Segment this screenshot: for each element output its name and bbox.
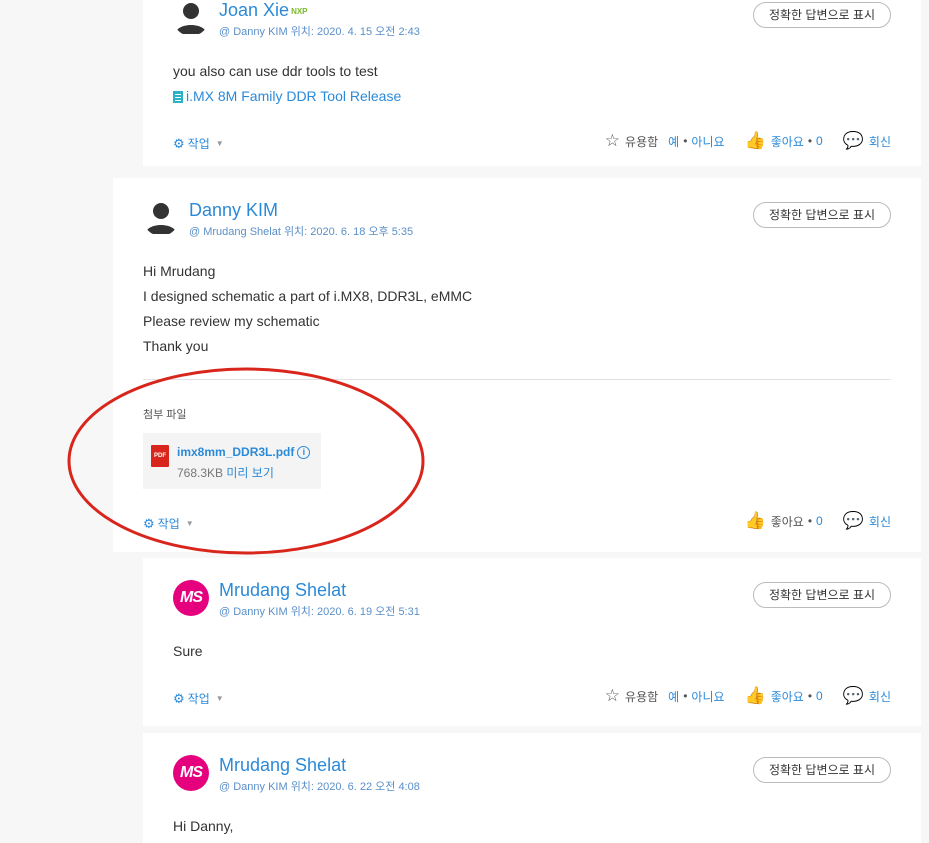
chevron-down-icon: ▼ [215, 139, 224, 148]
mark-correct-answer-button[interactable]: 정확한 답변으로 표시 [752, 202, 891, 228]
user-silhouette-icon[interactable] [173, 0, 209, 36]
author-name[interactable]: Mrudang Shelat [219, 580, 346, 600]
body-line: Thank you [143, 338, 209, 354]
reply-button[interactable]: 회신 [869, 513, 891, 530]
like-button[interactable]: 좋아요 [771, 133, 804, 150]
body-line: Hi Mrudang [143, 263, 216, 279]
attachment-file-name[interactable]: imx8mm_DDR3L.pdf i [177, 445, 311, 459]
author-name[interactable]: Joan Xie [219, 0, 289, 20]
separator-dot: • [807, 689, 813, 703]
mark-correct-answer-button[interactable]: 정확한 답변으로 표시 [752, 582, 891, 608]
star-icon[interactable]: ☆ [605, 131, 620, 151]
divider [143, 379, 891, 380]
post-header: Joan Xie NXP @ Danny KIM 위치: 2020. 4. 15 … [173, 0, 420, 39]
ddr-tool-link[interactable]: i.MX 8M Family DDR Tool Release [173, 84, 401, 109]
post-header: MS Mrudang Shelat @ Danny KIM 위치: 2020. … [173, 580, 420, 619]
post-meta[interactable]: @ Mrudang Shelat 위치: 2020. 6. 18 오후 5:35 [189, 223, 413, 239]
chevron-down-icon: ▼ [185, 519, 194, 528]
action-label[interactable]: 작업 [188, 135, 210, 152]
speech-bubble-icon[interactable]: 💬 [843, 511, 864, 531]
post-meta[interactable]: @ Danny KIM 위치: 2020. 6. 19 오전 5:31 [219, 603, 420, 619]
author-name[interactable]: Danny KIM [189, 200, 278, 220]
thumbs-up-icon[interactable]: 👍 [745, 686, 766, 706]
action-label[interactable]: 작업 [188, 690, 210, 707]
reply-button[interactable]: 회신 [869, 133, 891, 150]
like-count[interactable]: 0 [816, 689, 823, 703]
preview-link[interactable]: 미리 보기 [226, 466, 274, 480]
body-line: I designed schematic a part of i.MX8, DD… [143, 288, 473, 304]
speech-bubble-icon[interactable]: 💬 [843, 686, 864, 706]
post-meta[interactable]: @ Danny KIM 위치: 2020. 4. 15 오전 2:43 [219, 23, 420, 39]
helpful-no[interactable]: 아니요 [691, 688, 724, 705]
reply-card-danny-kim: Danny KIM @ Mrudang Shelat 위치: 2020. 6. … [113, 178, 921, 552]
thumbs-up-icon[interactable]: 👍 [745, 131, 766, 151]
user-silhouette-icon[interactable] [143, 200, 179, 236]
helpful-yes[interactable]: 예 [668, 688, 679, 705]
post-body: Sure [173, 639, 203, 664]
author-name[interactable]: Mrudang Shelat [219, 755, 346, 775]
attachments-title: 첨부 파일 [143, 409, 187, 421]
avatar[interactable]: MS [173, 755, 209, 791]
like-count[interactable]: 0 [816, 134, 823, 148]
chevron-down-icon: ▼ [215, 694, 224, 703]
attachment-card[interactable]: PDF imx8mm_DDR3L.pdf i 768.3KB 미리 보기 [143, 433, 321, 489]
helpful-label: 유용함 [625, 134, 659, 149]
body-line: Please review my schematic [143, 313, 320, 329]
gear-icon: ⚙ [173, 690, 185, 706]
like-count[interactable]: 0 [816, 514, 823, 528]
reply-card-mrudang-shelat-1: MS Mrudang Shelat @ Danny KIM 위치: 2020. … [143, 558, 921, 726]
avatar[interactable]: MS [173, 580, 209, 616]
action-menu[interactable]: ⚙ 작업 ▼ [173, 690, 224, 707]
helpful-yes[interactable]: 예 [668, 133, 679, 150]
gear-icon: ⚙ [143, 515, 155, 531]
separator-dot: • [807, 134, 813, 148]
body-line: you also can use ddr tools to test [173, 63, 378, 79]
document-icon [173, 90, 183, 103]
post-body: you also can use ddr tools to test i.MX … [173, 59, 401, 109]
action-menu[interactable]: ⚙ 작업 ▼ [143, 515, 194, 532]
like-button[interactable]: 좋아요 [771, 688, 804, 705]
speech-bubble-icon[interactable]: 💬 [843, 131, 864, 151]
post-body: Hi Danny, [173, 814, 233, 839]
reply-button[interactable]: 회신 [869, 688, 891, 705]
body-line: Sure [173, 643, 203, 659]
separator-dot: • [683, 689, 688, 703]
gear-icon: ⚙ [173, 135, 185, 151]
action-label[interactable]: 작업 [158, 515, 180, 532]
nxp-employee-badge: NXP [291, 7, 308, 16]
reply-card-mrudang-shelat-2: MS Mrudang Shelat @ Danny KIM 위치: 2020. … [143, 733, 921, 843]
reply-card-joan-xie: Joan Xie NXP @ Danny KIM 위치: 2020. 4. 15 … [143, 0, 921, 166]
separator-dot: • [683, 134, 688, 148]
action-menu[interactable]: ⚙ 작업 ▼ [173, 135, 224, 152]
post-actions: ☆ 유용함 예 • 아니요 👍 좋아요 • 0 💬 회신 [605, 686, 891, 706]
pdf-icon: PDF [151, 445, 169, 467]
post-body: Hi Mrudang I designed schematic a part o… [143, 259, 472, 359]
helpful-label: 유용함 [625, 689, 659, 704]
body-line: Hi Danny, [173, 818, 234, 834]
file-size: 768.3KB [177, 466, 224, 480]
post-actions: 👍 좋아요 • 0 💬 회신 [745, 511, 891, 531]
mark-correct-answer-button[interactable]: 정확한 답변으로 표시 [752, 2, 891, 28]
mark-correct-answer-button[interactable]: 정확한 답변으로 표시 [752, 757, 891, 783]
post-meta[interactable]: @ Danny KIM 위치: 2020. 6. 22 오전 4:08 [219, 778, 420, 794]
info-icon[interactable]: i [297, 445, 311, 459]
separator-dot: • [807, 514, 813, 528]
post-header: MS Mrudang Shelat @ Danny KIM 위치: 2020. … [173, 755, 420, 794]
post-header: Danny KIM @ Mrudang Shelat 위치: 2020. 6. … [143, 200, 413, 239]
thumbs-up-icon[interactable]: 👍 [745, 511, 766, 531]
helpful-no[interactable]: 아니요 [691, 133, 724, 150]
post-actions: ☆ 유용함 예 • 아니요 👍 좋아요 • 0 💬 회신 [605, 131, 891, 151]
link-label[interactable]: i.MX 8M Family DDR Tool Release [186, 84, 401, 109]
star-icon[interactable]: ☆ [605, 686, 620, 706]
like-button[interactable]: 좋아요 [771, 513, 804, 530]
